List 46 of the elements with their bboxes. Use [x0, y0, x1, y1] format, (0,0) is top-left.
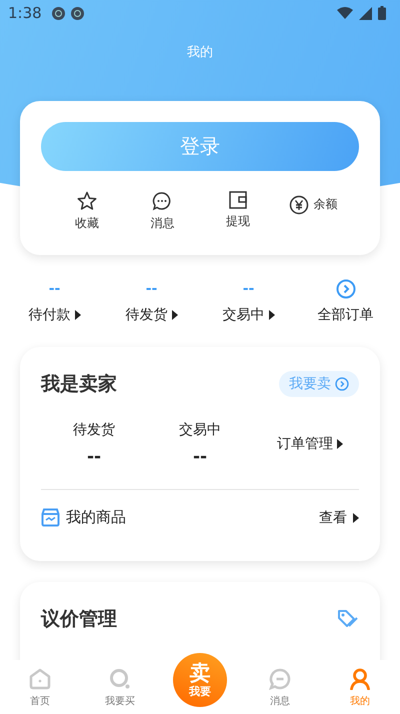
chat-icon[interactable]	[152, 191, 172, 211]
caret-icon	[337, 439, 343, 449]
stat-label: 待发货	[73, 421, 115, 439]
shortcut-label[interactable]: 余额	[313, 196, 338, 213]
view-link[interactable]: 查看	[319, 508, 347, 526]
order-status-label[interactable]: 全部订单	[318, 306, 374, 324]
stat-count: --	[192, 447, 208, 467]
shortcut-label[interactable]: 消息	[150, 215, 174, 232]
shortcut-label[interactable]: 收藏	[74, 215, 99, 232]
stat-label: 交易中	[179, 421, 221, 439]
order-count: --	[242, 280, 254, 299]
search-icon[interactable]	[109, 668, 131, 690]
wallet-icon[interactable]	[228, 191, 247, 209]
star-icon[interactable]	[76, 191, 97, 211]
card-title: 我是卖家	[41, 372, 117, 397]
tab-label[interactable]: 消息	[270, 694, 290, 708]
order-count: --	[146, 280, 158, 299]
battery-icon	[378, 6, 386, 20]
order-status-label[interactable]: 交易中	[222, 306, 264, 324]
caret-icon	[268, 310, 274, 320]
status-time: 1:38	[8, 4, 42, 22]
notification-icon	[70, 6, 84, 20]
order-status-label[interactable]: 待发货	[126, 306, 168, 324]
box-icon	[41, 508, 60, 527]
tab-label[interactable]: 我要买	[105, 694, 135, 708]
order-status-label[interactable]: 待付款	[28, 306, 70, 324]
chevron-circle-icon	[335, 377, 349, 391]
tab-label[interactable]: 首页	[30, 694, 50, 708]
order-count: --	[48, 280, 60, 299]
caret-icon	[172, 310, 178, 320]
notification-icon	[52, 6, 65, 20]
my-goods-label[interactable]: 我的商品	[66, 508, 126, 527]
chevron-circle-icon[interactable]	[336, 279, 356, 299]
caret-icon	[353, 512, 359, 522]
stat-count: --	[86, 447, 102, 467]
shortcut-label[interactable]: 提现	[226, 213, 250, 230]
signal-icon	[359, 6, 372, 20]
user-icon[interactable]	[349, 668, 371, 690]
card-title: 议价管理	[41, 607, 117, 632]
price-tag-icon[interactable]	[337, 609, 359, 629]
order-management-link[interactable]: 订单管理	[277, 435, 333, 453]
wifi-icon	[337, 7, 353, 19]
yuan-icon[interactable]	[289, 194, 310, 214]
home-icon[interactable]	[29, 668, 51, 690]
page-title: 我的	[186, 44, 214, 62]
caret-icon	[74, 310, 80, 320]
